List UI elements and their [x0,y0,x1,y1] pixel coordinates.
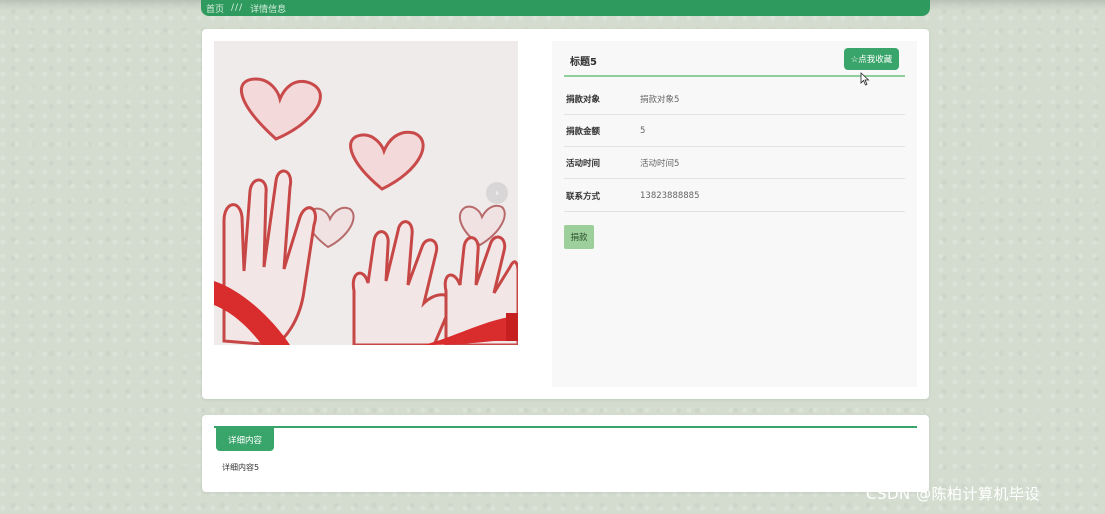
info-row-contact: 联系方式 13823888885 [564,180,905,212]
breadcrumb-separator: /// [231,3,244,13]
item-title: 标题5 [570,57,597,68]
breadcrumb-current: 详情信息 [250,4,287,15]
field-value: 活动时间5 [640,158,680,169]
field-label: 联系方式 [566,191,601,202]
info-row-amount: 捐款金额 5 [564,115,905,147]
field-value: 5 [640,125,646,136]
field-value: 13823888885 [640,190,700,201]
product-image: › [214,41,518,345]
hearts-illustration [214,41,518,345]
donate-button[interactable]: 捐款 [564,225,594,249]
detail-content-text: 详细内容5 [222,463,260,472]
tab-detail-content[interactable]: 详细内容 [216,428,274,451]
favorite-button[interactable]: ☆点我收藏 [844,48,899,70]
info-header: 标题5 ☆点我收藏 [564,41,905,77]
field-label: 活动时间 [566,158,601,169]
field-label: 捐款金额 [566,126,601,137]
carousel-arrow-icon[interactable]: › [486,182,508,204]
field-value: 捐款对象5 [640,94,680,105]
info-panel: 标题5 ☆点我收藏 捐款对象 捐款对象5 捐款金额 5 活动时间 活动时间5 联… [552,41,917,387]
field-label: 捐款对象 [566,94,601,105]
breadcrumb: 首页 /// 详情信息 [201,0,930,16]
info-row-time: 活动时间 活动时间5 [564,147,905,179]
mouse-cursor-icon [860,72,870,86]
breadcrumb-home[interactable]: 首页 [206,2,224,15]
detail-card: › 标题5 ☆点我收藏 捐款对象 捐款对象5 捐款金额 5 活动时间 活动时间5… [202,29,929,399]
content-card: 详细内容 详细内容5 [202,415,929,492]
watermark: CSDN @陈柏计算机毕设 [866,485,1041,503]
info-row-recipient: 捐款对象 捐款对象5 [564,83,905,115]
tab-underline [214,426,917,428]
